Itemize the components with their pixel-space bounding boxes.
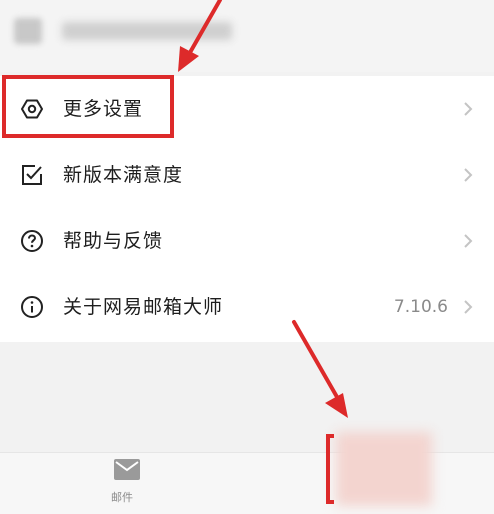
arrow-icon [292,320,348,418]
annotation-arrows [178,0,348,418]
arrow-icon [178,0,222,72]
